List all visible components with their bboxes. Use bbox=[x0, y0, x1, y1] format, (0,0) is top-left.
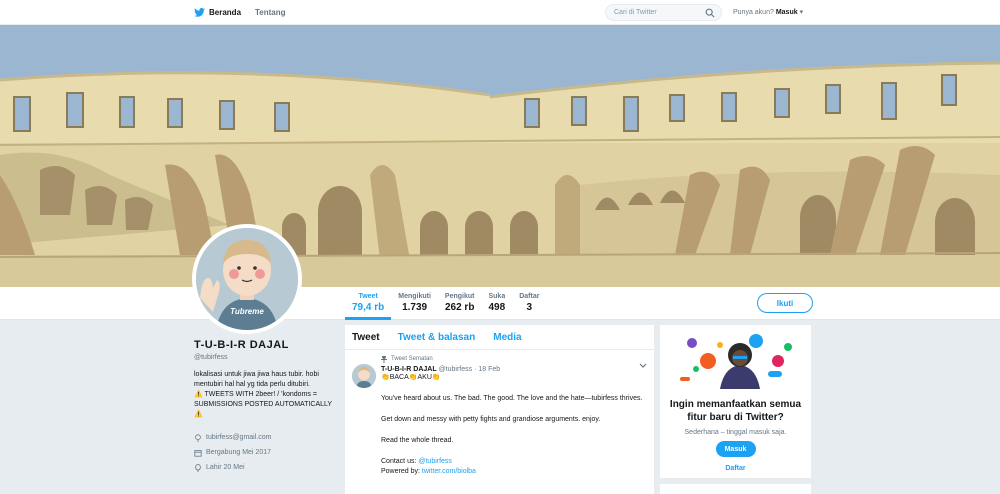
stat-followers[interactable]: Pengikut 262 rb bbox=[438, 287, 482, 320]
profile-name[interactable]: T-U-B-I-R DAJAL bbox=[194, 339, 334, 351]
login-prompt: Punya akun? Masuk ▾ bbox=[733, 8, 803, 16]
nav-about-label: Tentang bbox=[255, 8, 286, 17]
stat-tweets[interactable]: Tweet 79,4 rb bbox=[345, 287, 392, 320]
chevron-down-icon[interactable] bbox=[639, 363, 647, 369]
tweet-body: 👏BACA👏AKU👏 You've heard about us. The ba… bbox=[381, 373, 646, 477]
profile-joined: Bergabung Mei 2017 bbox=[206, 449, 271, 456]
timeline: Tweet Tweet & balasan Media Tweet Semata… bbox=[345, 325, 654, 494]
profile-born: Lahir 20 Mei bbox=[206, 464, 245, 471]
stat-value: 498 bbox=[488, 302, 506, 313]
profile-banner bbox=[0, 25, 1000, 287]
nav-left: Beranda Tentang bbox=[194, 0, 286, 25]
signup-title: Ingin memanfaatkan semua fitur baru di T… bbox=[669, 399, 802, 423]
tweet-avatar-illustration bbox=[352, 364, 376, 388]
signup-card: Ingin memanfaatkan semua fitur baru di T… bbox=[660, 325, 811, 478]
tweet-author-name[interactable]: T-U-B-I-R DAJAL bbox=[381, 366, 437, 373]
follow-button[interactable]: Ikuti bbox=[757, 293, 813, 313]
stat-label: Mengikuti bbox=[398, 293, 431, 300]
stat-following[interactable]: Mengikuti 1.739 bbox=[391, 287, 438, 320]
avatar-caption: Tubreme bbox=[230, 307, 264, 316]
nav-home-label: Beranda bbox=[209, 8, 242, 17]
secondary-card bbox=[660, 484, 811, 494]
search-icon[interactable] bbox=[705, 8, 715, 18]
calendar-icon bbox=[194, 449, 202, 457]
colosseum-illustration bbox=[0, 25, 1000, 287]
tweet-powered: Powered by: twitter.com/biolba bbox=[381, 467, 646, 477]
timeline-tabs: Tweet Tweet & balasan Media bbox=[345, 325, 654, 350]
meta-email: tubirfess@gmail.com bbox=[194, 430, 334, 445]
stat-value: 79,4 rb bbox=[352, 302, 385, 313]
top-nav: Beranda Tentang Cari di Twitter Punya ak… bbox=[0, 0, 1000, 25]
profile-avatar[interactable]: Tubreme bbox=[192, 224, 302, 334]
stat-label: Suka bbox=[488, 293, 506, 300]
tab-tweets-replies[interactable]: Tweet & balasan bbox=[398, 332, 476, 343]
profile-email: tubirfess@gmail.com bbox=[206, 434, 272, 441]
pinned-text: Tweet Sematan bbox=[391, 356, 433, 362]
twitter-bird-icon bbox=[194, 8, 205, 17]
nav-about[interactable]: Tentang bbox=[255, 8, 286, 17]
bio-line: ⚠️ TWEETS WITH 2beer! / 'kondoms = SUBMI… bbox=[194, 391, 332, 418]
nav-home[interactable]: Beranda bbox=[194, 8, 241, 17]
search-input[interactable]: Cari di Twitter bbox=[605, 4, 722, 21]
contact-link[interactable]: @tubirfess bbox=[418, 458, 452, 465]
stat-value: 3 bbox=[526, 302, 533, 313]
tweet-paragraph: Get down and messy with petty fights and… bbox=[381, 416, 601, 423]
balloon-icon bbox=[195, 463, 201, 472]
signup-subtitle: Sederhana – tinggal masuk saja. bbox=[684, 429, 787, 436]
tweet-author-handle[interactable]: @tubirfess bbox=[439, 366, 473, 373]
pinned-tweet[interactable]: Tweet Sematan T-U-B-I-R DAJAL @tubirfess… bbox=[345, 350, 654, 477]
tweet-paragraph: Read the whole thread. bbox=[381, 437, 454, 444]
profile-card: T-U-B-I-R DAJAL @tubirfess lokalisasi un… bbox=[194, 339, 334, 475]
stat-likes[interactable]: Suka 498 bbox=[481, 287, 512, 320]
search-placeholder: Cari di Twitter bbox=[614, 9, 657, 16]
tweet-header: T-U-B-I-R DAJAL @tubirfess · 18 Feb bbox=[381, 366, 646, 373]
tweet-date[interactable]: · 18 Feb bbox=[474, 366, 500, 373]
tweet-paragraph: You've heard about us. The bad. The good… bbox=[381, 395, 643, 402]
tweet-contact: Contact us: @tubirfess bbox=[381, 457, 646, 467]
powered-link[interactable]: twitter.com/biolba bbox=[422, 468, 476, 475]
stats-list: Tweet 79,4 rb Mengikuti 1.739 Pengikut 2… bbox=[345, 287, 546, 320]
profile-meta: tubirfess@gmail.com Bergabung Mei 2017 L… bbox=[194, 430, 334, 475]
profile-handle[interactable]: @tubirfess bbox=[194, 354, 334, 361]
tab-tweets[interactable]: Tweet bbox=[352, 332, 380, 343]
profile-bio: lokalisasi untuk jiwa jiwa haus tubir. h… bbox=[194, 370, 334, 420]
stat-value: 262 rb bbox=[444, 302, 475, 313]
bio-line: lokalisasi untuk jiwa jiwa haus tubir. h… bbox=[194, 371, 319, 388]
login-button[interactable]: Masuk bbox=[715, 441, 756, 457]
pin-icon bbox=[381, 355, 387, 363]
contact-label: Contact us: bbox=[381, 458, 417, 465]
stat-value: 1.739 bbox=[402, 302, 428, 313]
meta-joined: Bergabung Mei 2017 bbox=[194, 445, 334, 460]
stat-label: Tweet bbox=[358, 293, 378, 300]
meta-born: Lahir 20 Mei bbox=[194, 460, 334, 475]
pinned-label: Tweet Sematan bbox=[381, 354, 646, 364]
signup-illustration bbox=[680, 334, 792, 389]
account-prompt-text: Punya akun? bbox=[733, 9, 774, 16]
stat-label: Pengikut bbox=[444, 293, 475, 300]
chevron-down-icon[interactable]: ▾ bbox=[800, 9, 804, 16]
tweet-line: 👏BACA👏AKU👏 bbox=[381, 374, 441, 381]
login-dropdown[interactable]: Masuk bbox=[776, 9, 798, 16]
stat-label: Daftar bbox=[519, 293, 540, 300]
powered-label: Powered by: bbox=[381, 468, 420, 475]
tweet-author-avatar[interactable] bbox=[352, 364, 376, 388]
profile-stats-bar: Tweet 79,4 rb Mengikuti 1.739 Pengikut 2… bbox=[0, 287, 1000, 320]
tab-media[interactable]: Media bbox=[493, 332, 521, 343]
signup-link[interactable]: Daftar bbox=[660, 465, 811, 472]
location-icon bbox=[195, 433, 201, 442]
stat-lists[interactable]: Daftar 3 bbox=[512, 287, 546, 320]
